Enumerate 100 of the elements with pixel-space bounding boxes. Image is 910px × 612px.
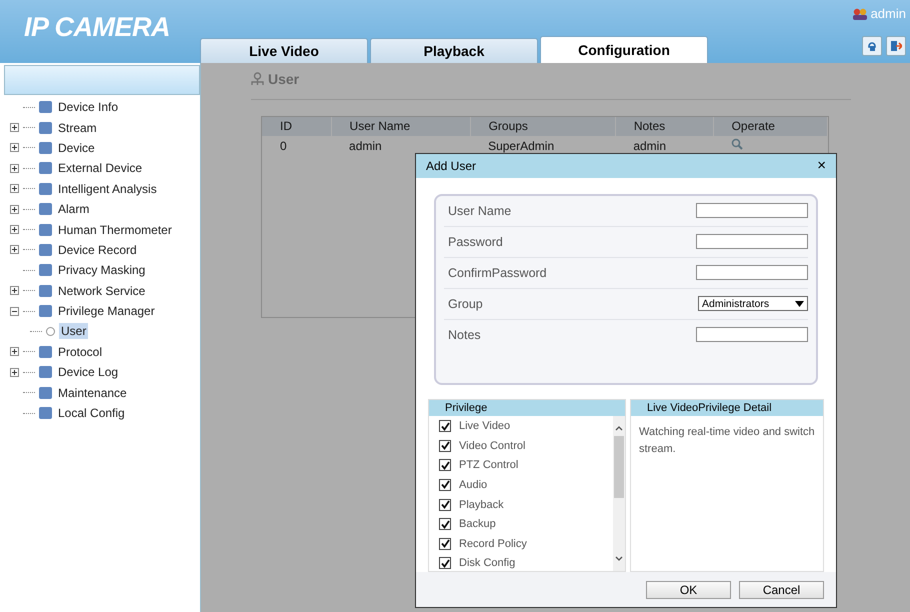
square-icon [39,264,52,276]
field-label: ConfirmPassword [447,266,547,280]
tree-item[interactable]: User [59,323,88,340]
privilege-label: Record Policy [459,538,527,550]
checkbox[interactable] [439,538,451,550]
table-cell: 0 [280,138,287,152]
tree-item[interactable]: Device Log [56,364,120,380]
expand-toggle-icon[interactable] [10,225,19,234]
square-icon [39,224,52,236]
scroll-up-icon[interactable] [614,424,624,432]
group-dropdown[interactable]: Administrators [698,296,808,312]
tree-item[interactable]: Privilege Manager [56,303,157,320]
expand-toggle-icon[interactable] [10,368,19,377]
privilege-label: Live Video [459,420,510,432]
dialog-title: Add User [426,158,476,173]
square-icon [39,182,52,195]
privilege-header: Privilege [429,400,625,416]
close-button[interactable]: × [817,157,826,174]
input-field[interactable] [696,234,808,250]
column-header: ID [280,119,292,133]
field-label: Notes [447,328,481,342]
column-header: Groups [488,119,528,133]
expand-toggle-icon[interactable] [10,347,19,356]
page-title: User [268,71,300,87]
square-icon [39,346,52,358]
expand-toggle-icon[interactable] [10,123,19,132]
column-header: User Name [350,119,410,133]
checkbox[interactable] [439,420,451,432]
tree-item[interactable]: Maintenance [56,384,129,401]
dialog-button[interactable]: Cancel [739,580,824,599]
tree-item[interactable]: Device Record [56,242,139,258]
tree-item[interactable]: External Device [56,160,144,176]
detail-text: Watching real-time video and switch stream. [638,425,816,458]
logout-icon [890,40,902,52]
nav-tab[interactable]: Configuration [540,36,708,63]
table-cell: SuperAdmin [488,138,554,152]
tree-item[interactable]: Protocol [56,344,104,360]
privilege-label: PTZ Control [459,459,518,472]
lock-icon [866,40,878,52]
dropdown-arrow-icon [795,300,804,307]
user-name: admin [870,6,906,21]
privilege-label: Disk Config [459,557,516,570]
field-label: Password [447,234,503,249]
square-icon [39,101,52,114]
square-icon [39,142,52,154]
logo: IP CAMERA [24,12,170,43]
square-icon [39,203,52,216]
checkbox[interactable] [439,518,451,530]
privilege-label: Video Control [459,440,526,452]
expand-toggle-icon[interactable] [10,184,19,194]
tree-item[interactable]: Intelligent Analysis [56,180,159,197]
users-icon [852,8,868,20]
square-icon [39,305,52,318]
square-icon [39,244,52,256]
checkbox[interactable] [439,478,451,491]
square-icon [39,366,52,378]
table-cell: admin [349,138,382,152]
tree-item[interactable]: Network Service [56,282,148,299]
expand-toggle-icon[interactable] [10,143,19,152]
checkbox[interactable] [439,459,451,472]
tree-item[interactable]: Human Thermometer [56,222,174,238]
detail-header: Live VideoPrivilege Detail [631,400,823,416]
column-header: Notes [634,119,666,133]
input-field[interactable] [696,327,808,342]
privilege-label: Backup [459,518,496,530]
square-icon [39,122,52,134]
field-label: User Name [447,204,512,218]
tree-item[interactable]: Stream [56,120,99,136]
tree-item[interactable]: Device Info [56,99,120,116]
user-icon [251,72,264,86]
square-icon [39,386,52,399]
nav-tab[interactable]: Playback [370,38,538,63]
privilege-label: Playback [459,498,504,511]
radio-icon [46,326,55,336]
square-icon [39,162,52,174]
checkbox[interactable] [439,440,451,452]
expand-toggle-icon[interactable] [10,286,19,296]
input-field[interactable] [696,265,808,280]
expand-toggle-icon[interactable] [10,245,19,254]
collapse-toggle-icon[interactable] [10,306,19,316]
table-cell: admin [633,138,666,152]
column-header: Operate [732,119,775,133]
password-button[interactable] [862,36,882,56]
checkbox[interactable] [439,498,451,511]
dialog-button[interactable]: OK [646,580,731,599]
privilege-label: Audio [459,478,488,491]
checkbox[interactable] [439,557,451,570]
logout-button[interactable] [886,36,906,56]
tree-item[interactable]: Alarm [56,201,92,218]
tree-item[interactable]: Device [56,140,97,156]
expand-toggle-icon[interactable] [10,164,19,173]
scrollbar[interactable] [613,416,625,572]
field-label: Group [447,296,483,311]
input-field[interactable] [696,203,808,218]
expand-toggle-icon[interactable] [10,204,19,214]
tree-item[interactable]: Privacy Masking [56,262,148,278]
square-icon [39,407,52,420]
tree-item[interactable]: Local Config [56,405,127,422]
scroll-down-icon[interactable] [614,555,624,564]
nav-tab[interactable]: Live Video [200,38,368,63]
